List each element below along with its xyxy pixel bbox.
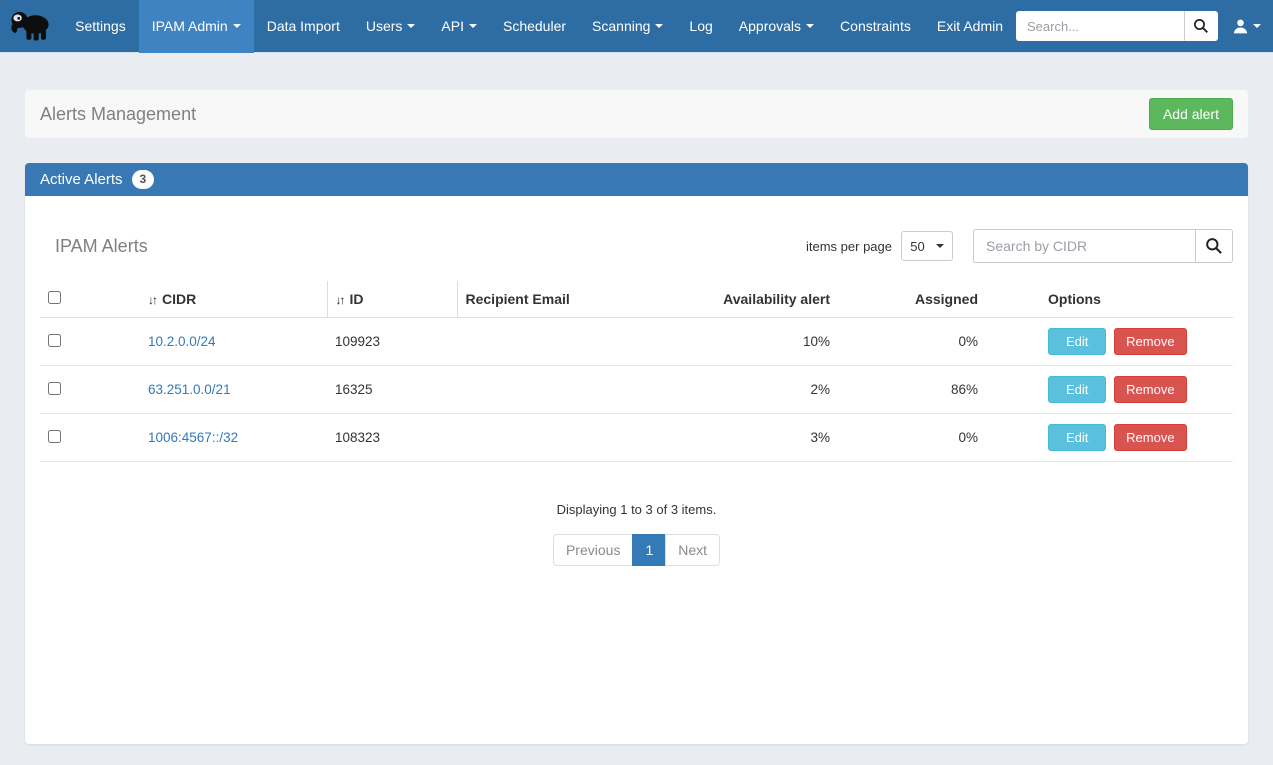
- column-header-availability: Availability alert: [650, 281, 840, 318]
- sort-icon[interactable]: ↓↑: [336, 293, 344, 307]
- nav-item-settings[interactable]: Settings: [62, 0, 139, 53]
- select-all-checkbox[interactable]: [48, 291, 61, 304]
- column-header-assigned: Assigned: [840, 281, 988, 318]
- row-checkbox[interactable]: [48, 382, 61, 395]
- pagination-previous[interactable]: Previous: [553, 534, 633, 566]
- column-header-email: Recipient Email: [457, 281, 650, 318]
- table-toolbar: IPAM Alerts items per page 50: [40, 229, 1233, 263]
- nav-item-log[interactable]: Log: [676, 0, 725, 53]
- availability-value: 3%: [650, 414, 840, 462]
- caret-down-icon: [655, 24, 663, 28]
- edit-button[interactable]: Edit: [1048, 328, 1106, 355]
- alerts-table: ↓↑CIDR ↓↑ID Recipient Email Availability…: [40, 281, 1233, 462]
- alert-count-badge: 3: [132, 170, 155, 188]
- items-per-page-label: items per page: [806, 239, 892, 254]
- availability-value: 10%: [650, 318, 840, 366]
- table-heading: IPAM Alerts: [55, 236, 148, 257]
- recipient-email: [457, 414, 650, 462]
- search-icon: [1193, 18, 1209, 34]
- caret-down-icon: [806, 24, 814, 28]
- remove-button[interactable]: Remove: [1114, 328, 1186, 355]
- phpipam-mammoth-logo[interactable]: [8, 6, 54, 46]
- table-row: 63.251.0.0/21 16325 2% 86% Edit Remove: [40, 366, 1233, 414]
- page-header: Alerts Management Add alert: [25, 90, 1248, 138]
- nav-item-constraints[interactable]: Constraints: [827, 0, 924, 53]
- active-alerts-panel: Active Alerts 3 IPAM Alerts items per pa…: [25, 163, 1248, 744]
- pagination-next[interactable]: Next: [665, 534, 720, 566]
- pagination: Previous 1 Next: [553, 534, 720, 566]
- add-alert-button[interactable]: Add alert: [1149, 98, 1233, 130]
- nav-item-users[interactable]: Users: [353, 0, 429, 53]
- cidr-link[interactable]: 63.251.0.0/21: [148, 382, 231, 397]
- nav-item-approvals[interactable]: Approvals: [726, 0, 827, 53]
- cidr-search-group: [973, 229, 1233, 263]
- alert-id: 16325: [327, 366, 457, 414]
- panel-title: Active Alerts: [40, 171, 123, 188]
- cidr-link[interactable]: 10.2.0.0/24: [148, 334, 216, 349]
- caret-down-icon: [1253, 24, 1261, 28]
- nav-item-scanning[interactable]: Scanning: [579, 0, 676, 53]
- availability-value: 2%: [650, 366, 840, 414]
- remove-button[interactable]: Remove: [1114, 424, 1186, 451]
- toolbar-controls: items per page 50: [806, 229, 1233, 263]
- row-checkbox[interactable]: [48, 430, 61, 443]
- caret-down-icon: [407, 24, 415, 28]
- navbar-search-input[interactable]: [1016, 11, 1184, 41]
- navbar-search-button[interactable]: [1184, 11, 1218, 41]
- remove-button[interactable]: Remove: [1114, 376, 1186, 403]
- cidr-link[interactable]: 1006:4567::/32: [148, 430, 238, 445]
- nav-item-data-import[interactable]: Data Import: [254, 0, 353, 53]
- caret-down-icon: [936, 244, 944, 248]
- assigned-value: 0%: [840, 318, 988, 366]
- nav-item-exit-admin[interactable]: Exit Admin: [924, 0, 1016, 53]
- panel-body: IPAM Alerts items per page 50: [25, 196, 1248, 744]
- caret-down-icon: [233, 24, 241, 28]
- recipient-email: [457, 366, 650, 414]
- cidr-search-button[interactable]: [1195, 229, 1233, 263]
- user-menu[interactable]: [1232, 18, 1261, 35]
- navbar-right: [1016, 11, 1261, 41]
- panel-heading: Active Alerts 3: [25, 163, 1248, 196]
- sort-icon[interactable]: ↓↑: [148, 293, 156, 307]
- assigned-value: 0%: [840, 414, 988, 462]
- cidr-search-input[interactable]: [973, 229, 1195, 263]
- caret-down-icon: [469, 24, 477, 28]
- pagination-page-1[interactable]: 1: [632, 534, 666, 566]
- assigned-value: 86%: [840, 366, 988, 414]
- column-header-id[interactable]: ↓↑ID: [327, 281, 457, 318]
- mammoth-icon: [8, 8, 54, 44]
- navbar-search-group: [1016, 11, 1218, 41]
- table-header-row: ↓↑CIDR ↓↑ID Recipient Email Availability…: [40, 281, 1233, 318]
- page-container: Alerts Management Add alert Active Alert…: [25, 90, 1248, 744]
- table-row: 1006:4567::/32 108323 3% 0% Edit Remove: [40, 414, 1233, 462]
- search-icon: [1205, 237, 1223, 255]
- user-icon: [1232, 18, 1249, 35]
- column-header-cidr[interactable]: ↓↑CIDR: [140, 281, 327, 318]
- alert-id: 108323: [327, 414, 457, 462]
- page-title: Alerts Management: [40, 104, 196, 125]
- nav-item-scheduler[interactable]: Scheduler: [490, 0, 579, 53]
- recipient-email: [457, 318, 650, 366]
- row-checkbox[interactable]: [48, 334, 61, 347]
- edit-button[interactable]: Edit: [1048, 424, 1106, 451]
- nav-item-api[interactable]: API: [428, 0, 490, 53]
- table-row: 10.2.0.0/24 109923 10% 0% Edit Remove: [40, 318, 1233, 366]
- edit-button[interactable]: Edit: [1048, 376, 1106, 403]
- nav-item-ipam-admin[interactable]: IPAM Admin: [139, 0, 254, 53]
- alert-id: 109923: [327, 318, 457, 366]
- pagination-wrap: Previous 1 Next: [40, 534, 1233, 566]
- results-summary: Displaying 1 to 3 of 3 items.: [40, 502, 1233, 517]
- column-header-options: Options: [988, 281, 1233, 318]
- main-menu: Settings IPAM Admin Data Import Users AP…: [62, 0, 1016, 53]
- top-navbar: Settings IPAM Admin Data Import Users AP…: [0, 0, 1273, 53]
- items-per-page-select[interactable]: 50: [901, 231, 953, 261]
